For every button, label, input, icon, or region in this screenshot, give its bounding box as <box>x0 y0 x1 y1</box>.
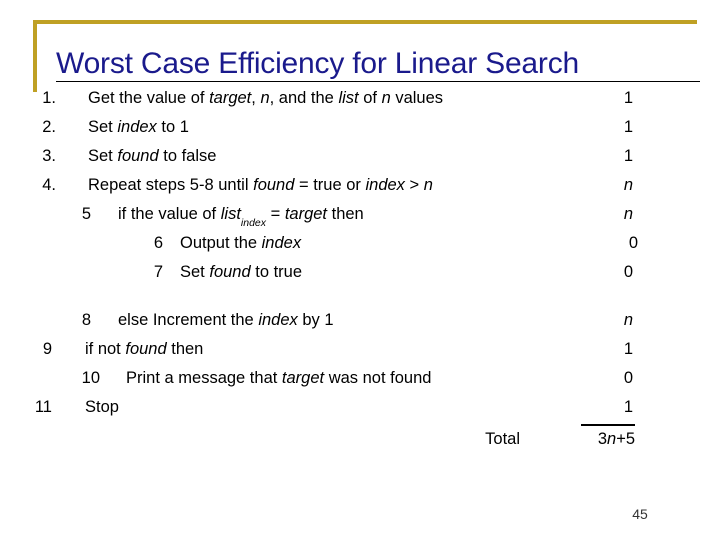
sum-underline-rule <box>581 424 635 426</box>
step-text-plain: , and the <box>269 89 339 107</box>
step-text-variable: target <box>284 205 328 223</box>
step-text-plain: Repeat steps 5-8 until <box>88 176 254 194</box>
step-cost: 0 <box>623 263 633 281</box>
step-number: 7 <box>153 263 163 281</box>
slide-canvas: Worst Case Efficiency for Linear Search … <box>0 0 720 540</box>
algorithm-step-row: 9 if not found then 1 <box>0 341 720 361</box>
step-text-subscript: index <box>240 217 267 230</box>
gold-frame-left-border <box>33 20 37 92</box>
step-number: 9 <box>42 340 52 358</box>
algorithm-step-row: 10 Print a message that target was not fo… <box>0 370 720 390</box>
step-number: 5 <box>81 205 91 223</box>
step-text-plain: of <box>358 89 382 107</box>
step-text-plain: > <box>404 176 424 194</box>
step-text: Repeat steps 5-8 until found = true or i… <box>88 176 433 194</box>
step-text-variable: index <box>261 234 302 252</box>
step-text-plain: to false <box>158 147 217 165</box>
step-text-variable: index <box>365 176 405 194</box>
step-text-plain: values <box>390 89 444 107</box>
total-value-variable: n <box>607 430 617 448</box>
step-number: 8 <box>81 311 91 329</box>
page-title: Worst Case Efficiency for Linear Search <box>56 47 579 81</box>
step-text: Set index to 1 <box>88 118 189 136</box>
step-text-plain: if not <box>85 340 126 358</box>
step-number: 11 <box>34 398 52 416</box>
algorithm-step-row: 11 Stop 1 <box>0 399 720 419</box>
step-text-plain: = true or <box>294 176 366 194</box>
step-text-variable: found <box>253 176 295 194</box>
step-text: Output the index <box>180 234 302 252</box>
step-cost: 1 <box>623 89 633 107</box>
step-text-plain: Set <box>180 263 210 281</box>
step-text-plain: Stop <box>85 398 119 416</box>
total-label: Total <box>485 430 520 448</box>
step-text: Set found to false <box>88 147 217 165</box>
step-text-plain: to true <box>250 263 303 281</box>
step-text-plain: to 1 <box>156 118 189 136</box>
step-text-variable: list <box>338 89 359 107</box>
step-number: 10 <box>81 369 100 387</box>
step-cost: 0 <box>623 369 633 387</box>
step-cost: n <box>623 205 633 223</box>
step-text: else Increment the index by 1 <box>118 311 334 329</box>
algorithm-step-row: 1. Get the value of target, n, and the li… <box>0 90 720 110</box>
step-text: Stop <box>85 398 119 416</box>
page-number: 45 <box>632 506 648 522</box>
step-text-variable: target <box>281 369 325 387</box>
step-text-variable: n <box>423 176 433 194</box>
step-text-plain: then <box>327 205 364 223</box>
step-text-plain: then <box>166 340 204 358</box>
step-text-plain: Get the value of <box>88 89 210 107</box>
step-text-variable: target <box>209 89 252 107</box>
step-text-plain: else Increment the <box>118 311 259 329</box>
step-text-plain: = <box>266 205 285 223</box>
gold-frame-top-border <box>33 20 697 24</box>
algorithm-step-row: 3. Set found to false 1 <box>0 148 720 168</box>
step-text-plain: was not found <box>324 369 432 387</box>
step-cost: n <box>623 311 633 329</box>
step-text: if the value of listindex = target then <box>118 205 364 230</box>
total-value-suffix: +5 <box>616 430 635 448</box>
algorithm-step-row: 6 Output the index 0 <box>0 235 720 255</box>
step-text: Print a message that target was not foun… <box>126 369 432 387</box>
step-text-variable: found <box>209 263 251 281</box>
step-text-plain: Set <box>88 118 118 136</box>
step-text: Get the value of target, n, and the list… <box>88 89 444 107</box>
algorithm-step-row: 2. Set index to 1 1 <box>0 119 720 139</box>
step-number: 4. <box>42 176 56 194</box>
step-number: 1. <box>42 89 56 107</box>
step-text-variable: list <box>220 205 241 223</box>
step-text-variable: found <box>117 147 159 165</box>
step-number: 3. <box>42 147 56 165</box>
step-cost: n <box>623 176 633 194</box>
algorithm-step-row: 5 if the value of listindex = target then… <box>0 205 720 230</box>
total-value: 3n+5 <box>535 430 635 449</box>
step-text-plain: by 1 <box>297 311 334 329</box>
step-text: Set found to true <box>180 263 303 281</box>
algorithm-step-row: 8 else Increment the index by 1 n <box>0 312 720 332</box>
step-text-plain: Set <box>88 147 118 165</box>
step-text-plain: Output the <box>180 234 262 252</box>
step-text: if not found then <box>85 340 204 358</box>
step-text-plain: if the value of <box>118 205 221 223</box>
step-cost: 1 <box>623 147 633 165</box>
step-text-variable: index <box>258 311 298 329</box>
step-number: 6 <box>153 234 163 252</box>
step-cost: 1 <box>623 398 633 416</box>
step-text-variable: index <box>117 118 157 136</box>
step-text-variable: n <box>381 89 391 107</box>
step-cost: 1 <box>623 118 633 136</box>
step-text-variable: found <box>125 340 167 358</box>
total-value-prefix: 3 <box>597 430 607 448</box>
step-text-variable: n <box>260 89 270 107</box>
step-cost: 0 <box>628 234 638 252</box>
step-number: 2. <box>42 118 56 136</box>
algorithm-step-row: 7 Set found to true 0 <box>0 264 720 284</box>
step-cost: 1 <box>623 340 633 358</box>
algorithm-step-row: 4. Repeat steps 5-8 until found = true or… <box>0 177 720 197</box>
step-text-plain: Print a message that <box>126 369 282 387</box>
